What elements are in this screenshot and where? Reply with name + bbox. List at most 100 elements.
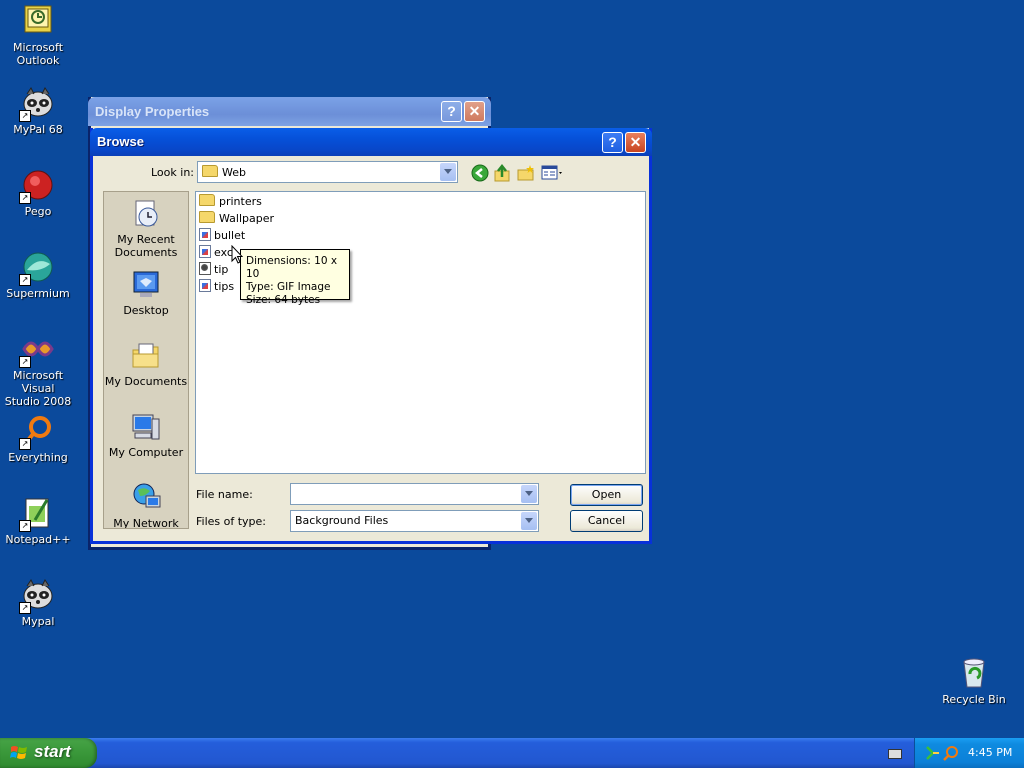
chevron-down-icon[interactable] [521,485,537,503]
outlook-icon [21,4,55,38]
files-of-type-dropdown[interactable]: Background Files [290,510,539,532]
desktop-icon-supermium[interactable]: ↗ Supermium [0,250,78,300]
file-name: printers [219,195,262,208]
file-name-label: File name: [196,488,253,501]
close-button[interactable]: ✕ [625,132,646,153]
supermium-icon: ↗ [19,250,55,286]
list-item[interactable]: printers [199,194,262,210]
up-folder-icon[interactable] [493,163,511,182]
folder-icon [202,165,218,177]
place-my-computer[interactable]: My Computer [104,411,188,459]
start-label: start [34,742,71,761]
desktop-icon-label: MyPal 68 [13,123,63,136]
desktop-icon-notepadpp[interactable]: ↗ Notepad++ [0,496,78,546]
shortcut-arrow-icon: ↗ [19,520,31,532]
tooltip-type: Type: GIF Image [246,281,331,293]
place-my-recent-documents[interactable]: My Recent Documents [104,198,188,259]
keyboard-icon[interactable] [888,749,902,759]
desktop-icon-label: Everything [8,451,68,464]
display-properties-titlebar[interactable]: Display Properties ? ✕ [88,97,491,126]
visual-studio-icon: ↗ [19,332,55,368]
recent-documents-icon [130,198,162,230]
raccoon-icon: ↗ [19,86,55,122]
tooltip-dimensions: Dimensions: 10 x 10 [246,255,338,280]
pego-icon: ↗ [19,168,55,204]
clock[interactable]: 4:45 PM [968,746,1012,759]
browse-titlebar[interactable]: Browse ? ✕ [90,128,652,156]
notepadpp-icon: ↗ [19,496,55,532]
list-item[interactable]: Wallpaper [199,211,274,227]
image-file-icon [199,279,211,292]
place-label: My Recent Documents [114,233,178,259]
shortcut-arrow-icon: ↗ [19,356,31,368]
desktop-icon-pego[interactable]: ↗ Pego [0,168,78,218]
shortcut-arrow-icon: ↗ [19,192,31,204]
file-name: Wallpaper [219,212,275,225]
place-label: My Network [113,517,179,529]
windows-logo-icon [10,745,28,761]
view-menu-icon[interactable] [541,164,565,182]
start-button[interactable]: start [0,738,97,768]
chevron-down-icon[interactable] [521,512,537,530]
desktop-icon-everything[interactable]: ↗ Everything [0,414,78,464]
place-desktop[interactable]: Desktop [104,269,188,317]
desktop-icon-label: Microsoft Visual Studio 2008 [4,369,72,408]
system-tray: 4:45 PM [914,738,1024,768]
desktop-icon-label: Pego [24,205,52,218]
desktop-icon-outlook[interactable]: Microsoft Outlook [0,4,78,67]
help-button[interactable]: ? [441,101,462,122]
close-button[interactable]: ✕ [464,101,485,122]
file-name: tips [214,280,235,293]
chevron-down-icon[interactable] [440,163,456,181]
files-of-type-label: Files of type: [196,515,267,528]
folder-icon [199,211,215,223]
list-item[interactable]: tip [199,262,228,278]
look-in-value: Web [222,166,246,179]
look-in-label: Look in: [151,166,194,179]
network-tray-icon[interactable] [925,745,941,761]
shortcut-arrow-icon: ↗ [19,602,31,614]
command-file-icon [199,262,211,275]
place-label: My Documents [104,375,188,388]
back-icon[interactable] [471,164,489,182]
my-computer-icon [130,411,162,443]
shortcut-arrow-icon: ↗ [19,438,31,450]
browse-dialog[interactable]: Browse ? ✕ Look in: Web My Recent Docume… [90,128,652,544]
new-folder-icon[interactable] [517,164,535,182]
desktop-icon-recycle-bin[interactable]: Recycle Bin [934,656,1014,706]
desktop-icon-visual-studio[interactable]: ↗ Microsoft Visual Studio 2008 [0,332,78,408]
desktop-icon-label: Microsoft Outlook [12,41,64,67]
file-name: bullet [214,229,246,242]
look-in-dropdown[interactable]: Web [197,161,458,183]
file-name-field[interactable] [290,483,539,505]
list-item[interactable]: bullet [199,228,245,244]
desktop-icon-label: Mypal [21,615,55,628]
search-tray-icon[interactable] [943,745,959,761]
file-name: tip [214,263,229,276]
place-label: Desktop [123,304,169,317]
tooltip-size: Size: 64 bytes [246,294,321,306]
file-list[interactable]: printers Wallpaper bullet exc tip tips [195,191,646,474]
list-item[interactable]: tips [199,279,234,295]
my-network-icon [130,482,162,514]
mouse-cursor-icon [231,244,245,265]
desktop-icon-mypal68[interactable]: ↗ MyPal 68 [0,86,78,136]
place-my-network[interactable]: My Network [104,482,188,529]
places-bar: My Recent Documents Desktop My Documents… [103,191,189,529]
recycle-bin-icon [957,656,991,690]
place-my-documents[interactable]: My Documents [104,340,188,388]
help-button[interactable]: ? [602,132,623,153]
taskbar: start 4:45 PM [0,738,1024,768]
everything-icon: ↗ [19,414,55,450]
open-button[interactable]: Open [570,484,643,506]
image-file-icon [199,245,211,258]
cancel-button[interactable]: Cancel [570,510,643,532]
desktop-icon-mypal[interactable]: ↗ Mypal [0,578,78,628]
dialog-title: Browse [97,134,144,149]
files-of-type-value: Background Files [295,514,389,527]
list-item[interactable]: exc [199,245,233,261]
raccoon-icon: ↗ [19,578,55,614]
place-label: My Computer [108,446,184,459]
file-info-tooltip: Dimensions: 10 x 10 Type: GIF Image Size… [240,249,350,306]
desktop-icon [130,269,162,301]
